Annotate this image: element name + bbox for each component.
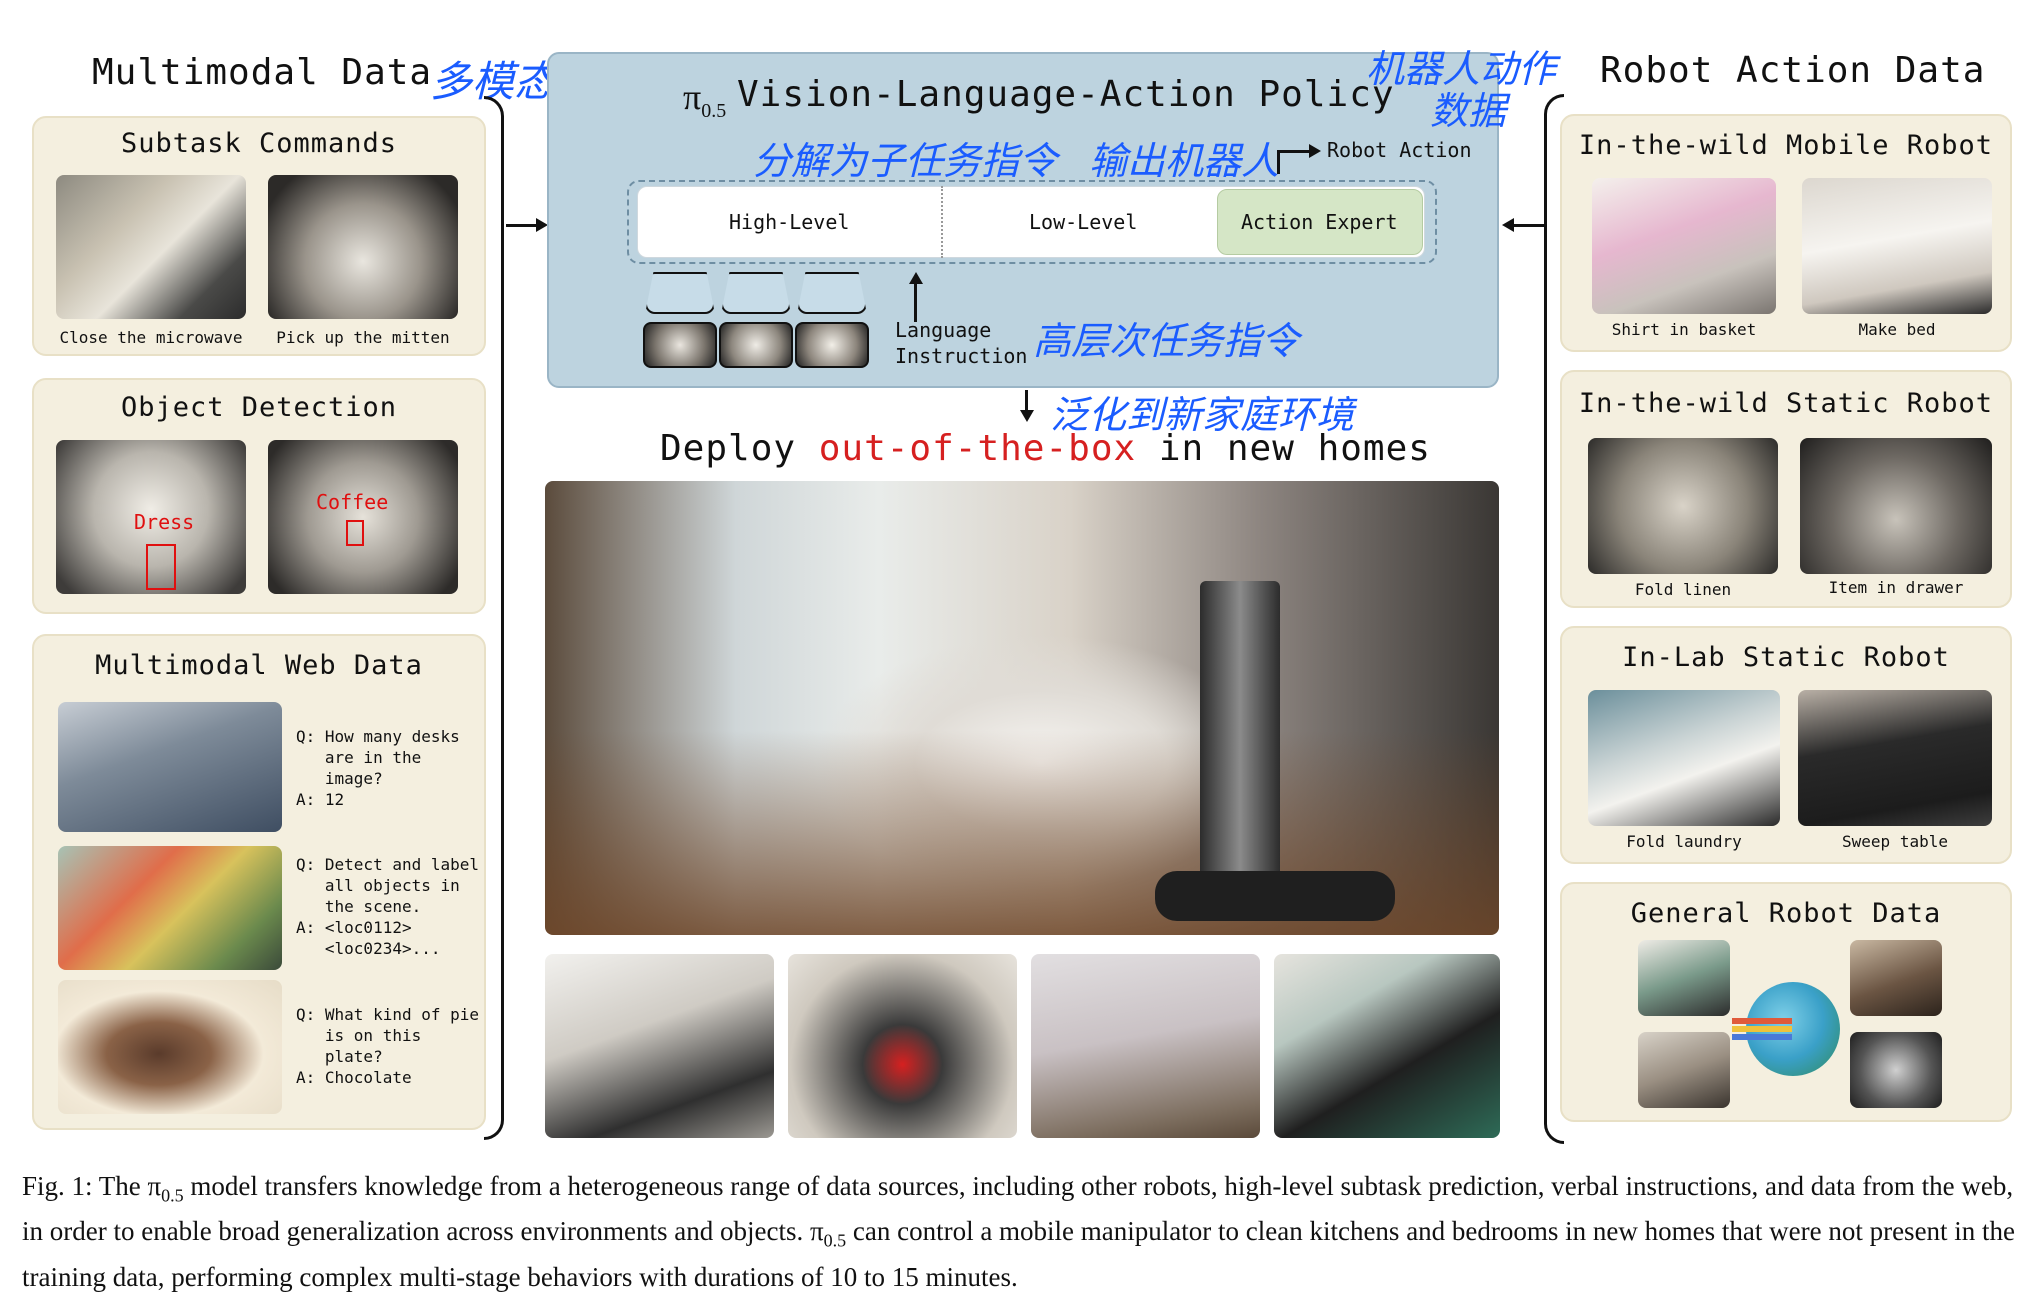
general-photo-1: [1638, 940, 1730, 1016]
vla-title: Vision-Language-Action Policy: [737, 74, 1395, 115]
language-arrow-stem: [914, 282, 917, 322]
general-photo-2: [1850, 940, 1942, 1016]
action-expert-label: Action Expert: [1241, 210, 1398, 234]
image-token-2: [721, 272, 791, 314]
lab-robot-panel: In-Lab Static Robot Fold laundry Sweep t…: [1560, 626, 2012, 864]
figure-caption: Fig. 1: The π0.5 model transfers knowled…: [22, 1168, 2032, 1295]
robot-base: [1155, 871, 1395, 921]
model-bar-divider: [941, 186, 943, 258]
general-photo-3: [1638, 1032, 1730, 1108]
camera-image-3: [795, 322, 869, 368]
subtask-commands-panel: Subtask Commands Close the microwave Pic…: [32, 116, 486, 356]
deploy-bedroom-photo: [545, 481, 1499, 935]
deploy-arrow-head: [1020, 410, 1034, 422]
object-detection-panel: Object Detection Dress Coffee: [32, 378, 486, 614]
pi-symbol: π0.5: [683, 77, 727, 123]
caption-pi-2: π0.5: [809, 1216, 847, 1251]
deploy-suffix: in new homes: [1158, 428, 1431, 469]
caption-prefix: Fig. 1: The: [22, 1171, 148, 1201]
caption-shirt-basket: Shirt in basket: [1611, 320, 1757, 339]
output-annotation: 输出机器人: [1089, 139, 1280, 183]
caption-make-bed: Make bed: [1858, 320, 1936, 339]
image-token-1: [645, 272, 715, 314]
web-qa-detect: Q: Detect and label all objects in the s…: [296, 855, 480, 958]
mitten-photo: [268, 175, 458, 319]
globe-stripe-yellow: [1732, 1026, 1792, 1032]
deploy-prefix: Deploy: [660, 428, 797, 469]
robot-action-label: Robot Action: [1327, 138, 1472, 162]
high-level-label: High-Level: [729, 210, 850, 234]
mobile-robot-title: In-the-wild Mobile Robot: [1578, 130, 1994, 161]
camera-image-2: [719, 322, 793, 368]
robot-action-arrow-head: [1309, 144, 1321, 158]
language-arrow-head: [909, 272, 923, 284]
image-token-3: [797, 272, 867, 314]
general-photo-4: [1850, 1032, 1942, 1108]
low-level-label: Low-Level: [1029, 210, 1138, 234]
right-arrow-head: [1502, 218, 1514, 232]
robot-closeup-photo: [788, 954, 1017, 1138]
coffee-detection-photo: Coffee: [268, 440, 458, 594]
web-qa-desks: Q: How many desks are in the image? A: 1…: [296, 727, 460, 809]
mobile-robot-panel: In-the-wild Mobile Robot Shirt in basket…: [1560, 114, 2012, 352]
left-bracket: [484, 96, 504, 1140]
fold-laundry-photo: [1588, 690, 1780, 826]
sweep-table-photo: [1798, 690, 1992, 826]
robot-action-arrow-line: [1277, 150, 1311, 153]
living-room-photo: [58, 846, 282, 970]
right-arrow: [1512, 224, 1544, 227]
item-drawer-photo: [1800, 438, 1992, 574]
bedroom-detection-photo: Dress: [56, 440, 246, 594]
shirt-basket-photo: [1592, 178, 1776, 314]
camera-image-1: [643, 322, 717, 368]
robot-action-data-title: Robot Action Data: [1600, 50, 1986, 91]
static-wild-panel: In-the-wild Static Robot Fold linen Item…: [1560, 370, 2012, 608]
deploy-heading: Deploy out-of-the-box in new homes: [660, 428, 1431, 469]
dress-bbox: [146, 544, 176, 590]
language-label: Language: [895, 318, 992, 342]
caption-sweep-table: Sweep table: [1842, 832, 1948, 851]
caption-close-microwave: Close the microwave: [59, 328, 243, 347]
bedroom-corner-photo: [1031, 954, 1260, 1138]
microwave-photo: [56, 175, 246, 319]
coffee-bbox: [346, 520, 364, 546]
make-bed-photo: [1802, 178, 1992, 314]
caption-fold-laundry: Fold laundry: [1626, 832, 1742, 851]
web-qa-pie: Q: What kind of pie is on this plate? A:…: [296, 1005, 480, 1087]
caption-pick-mitten: Pick up the mitten: [276, 328, 450, 347]
caption-pi-1: π0.5: [147, 1171, 184, 1206]
high-task-annotation: 高层次任务指令: [1033, 319, 1300, 363]
general-robot-panel: General Robot Data: [1560, 882, 2012, 1122]
kitchen-sink-photo: [545, 954, 774, 1138]
caption-item-drawer: Item in drawer: [1828, 578, 1964, 597]
multimodal-data-title: Multimodal Data: [92, 52, 433, 93]
robot-action-arrow-stem: [1277, 150, 1280, 174]
general-robot-title: General Robot Data: [1630, 898, 1942, 929]
classroom-photo: [58, 702, 282, 832]
robot-action-annotation-2: 数据: [1430, 89, 1507, 133]
instruction-label: Instruction: [895, 344, 1028, 368]
decompose-annotation: 分解为子任务指令: [753, 139, 1058, 183]
web-data-panel: Multimodal Web Data Q: How many desks ar…: [32, 634, 486, 1130]
web-data-title: Multimodal Web Data: [95, 650, 423, 681]
dress-label: Dress: [134, 510, 195, 534]
object-detection-title: Object Detection: [120, 392, 398, 423]
globe-stripe-red: [1732, 1018, 1792, 1024]
deploy-highlight: out-of-the-box: [818, 428, 1137, 469]
caption-fold-linen: Fold linen: [1634, 580, 1732, 599]
robot-figure: [1200, 581, 1280, 901]
static-wild-title: In-the-wild Static Robot: [1578, 388, 1994, 419]
subtask-commands-title: Subtask Commands: [120, 128, 398, 159]
globe-stripe-blue: [1732, 1034, 1792, 1040]
lab-robot-title: In-Lab Static Robot: [1622, 642, 1950, 673]
stove-photo: [1274, 954, 1500, 1138]
pie-photo: [58, 980, 282, 1114]
left-arrow: [506, 224, 540, 227]
coffee-label: Coffee: [316, 490, 389, 514]
vla-policy-box: π0.5 Vision-Language-Action Policy 分解为子任…: [547, 52, 1499, 388]
fold-linen-photo: [1588, 438, 1778, 574]
